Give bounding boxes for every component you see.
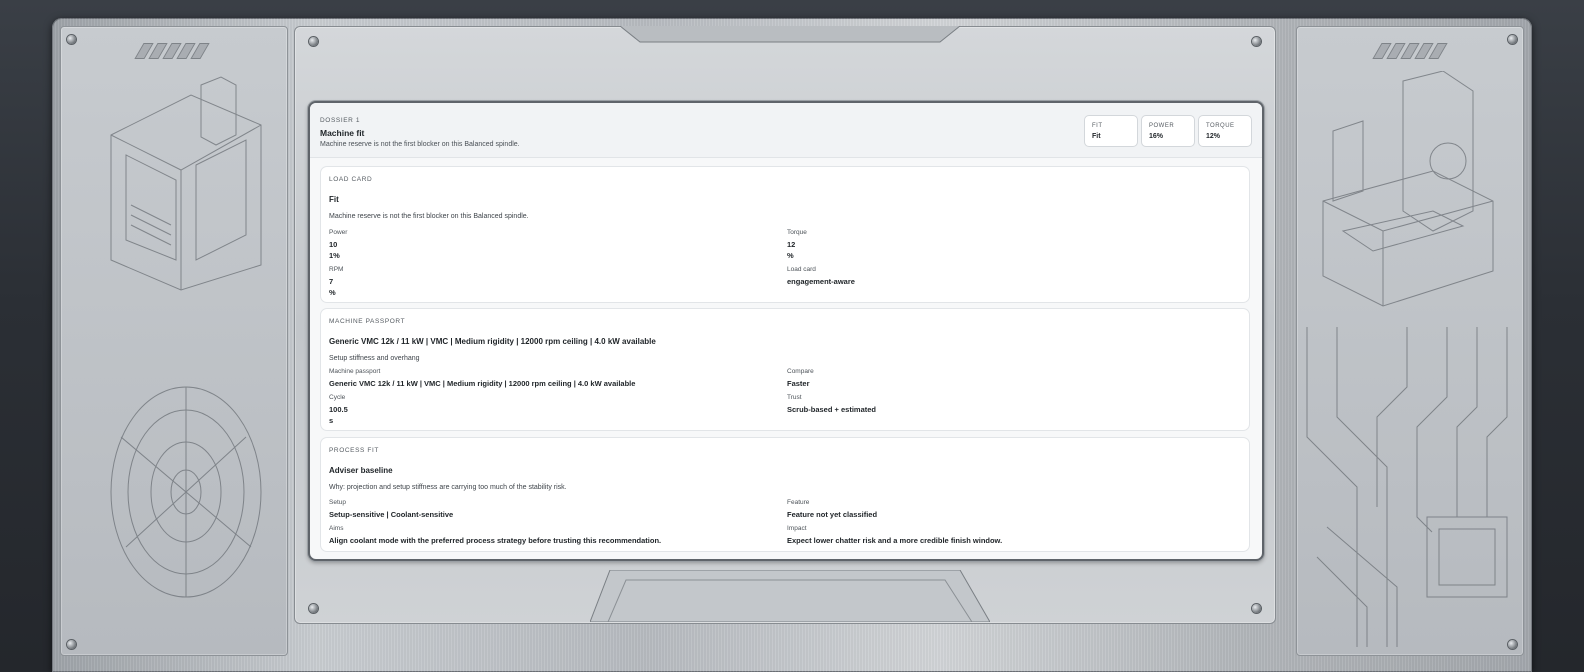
cycle-label: Cycle <box>329 394 346 401</box>
top-notch-decoration <box>620 26 960 43</box>
machining-center-sketch-icon <box>1322 71 1494 307</box>
impact-value: Expect lower chatter risk and a more cre… <box>787 536 1003 545</box>
card-kicker: PROCESS FIT <box>329 447 379 454</box>
load-card-label: Load card <box>787 266 816 273</box>
card-kicker: LOAD CARD <box>329 176 373 183</box>
power-unit: 1% <box>329 251 340 260</box>
screw-icon <box>1508 35 1517 44</box>
screw-icon <box>309 604 318 613</box>
rpm-value: 7 <box>329 277 334 286</box>
screw-icon <box>67 640 76 649</box>
bottom-notch-decoration <box>590 570 990 622</box>
dossier-kicker: DOSSIER 1 <box>320 117 361 124</box>
compare-value: Faster <box>787 379 810 388</box>
screw-icon <box>1252 604 1261 613</box>
aims-label: Aims <box>329 525 344 532</box>
load-card: LOAD CARD Fit Machine reserve is not the… <box>320 166 1250 303</box>
rpm-unit: % <box>329 288 336 297</box>
trust-label: Trust <box>787 394 802 401</box>
stat-torque: TORQUE 12% <box>1198 115 1252 147</box>
screw-icon <box>1252 37 1261 46</box>
stat-power: POWER 16% <box>1141 115 1195 147</box>
torque-value: 12 <box>787 240 796 249</box>
cycle-unit: s <box>329 416 334 425</box>
torque-label: Torque <box>787 229 807 236</box>
process-fit-card: PROCESS FIT Adviser baseline Why: projec… <box>320 437 1250 552</box>
compare-label: Compare <box>787 368 814 375</box>
card-kicker: MACHINE PASSPORT <box>329 318 406 325</box>
chuck-assembly-sketch-icon <box>110 386 262 598</box>
stat-value: 12% <box>1206 133 1221 140</box>
load-card-value: engagement-aware <box>787 277 855 286</box>
aims-value: Align coolant mode with the preferred pr… <box>329 536 662 545</box>
card-description: Why: projection and setup stiffness are … <box>329 484 567 491</box>
passport-value: Generic VMC 12k / 11 kW | VMC | Medium r… <box>329 379 636 388</box>
rpm-label: RPM <box>329 266 344 273</box>
stat-label: FIT <box>1092 123 1103 129</box>
impact-label: Impact <box>787 525 807 532</box>
feature-value: Feature not yet classified <box>787 510 878 519</box>
cycle-value: 100.5 <box>329 405 348 414</box>
setup-value: Setup-sensitive | Coolant-sensitive <box>329 510 454 519</box>
card-title: Adviser baseline <box>329 466 393 475</box>
card-title: Generic VMC 12k / 11 kW | VMC | Medium r… <box>329 337 656 346</box>
stat-value: 16% <box>1149 133 1164 140</box>
vent-grille <box>134 43 213 59</box>
setup-label: Setup <box>329 499 346 506</box>
cnc-machine-sketch-icon <box>110 76 262 291</box>
card-description: Machine reserve is not the first blocker… <box>329 213 529 220</box>
trust-value: Scrub-based + estimated <box>787 405 876 414</box>
stat-label: POWER <box>1149 123 1175 129</box>
machine-passport-card: MACHINE PASSPORT Generic VMC 12k / 11 kW… <box>320 308 1250 431</box>
left-side-panel <box>60 26 288 656</box>
card-description: Setup stiffness and overhang <box>329 355 420 362</box>
screw-icon <box>309 37 318 46</box>
passport-label: Machine passport <box>329 368 381 375</box>
dossier-header: DOSSIER 1 Machine fit Machine reserve is… <box>310 103 1262 158</box>
dossier-title: Machine fit <box>320 128 365 138</box>
card-title: Fit <box>329 195 339 204</box>
torque-unit: % <box>787 251 794 260</box>
stat-label: TORQUE <box>1206 123 1235 129</box>
stat-value: Fit <box>1092 133 1101 140</box>
right-side-panel <box>1296 26 1524 656</box>
circuit-board-sketch-icon <box>1306 327 1508 647</box>
stat-fit: FIT Fit <box>1084 115 1138 147</box>
screw-icon <box>67 35 76 44</box>
feature-label: Feature <box>787 499 810 506</box>
power-label: Power <box>329 229 348 236</box>
dossier-panel: DOSSIER 1 Machine fit Machine reserve is… <box>308 101 1264 561</box>
dossier-subtitle: Machine reserve is not the first blocker… <box>320 141 520 148</box>
vent-grille <box>1372 43 1451 59</box>
power-value: 10 <box>329 240 338 249</box>
